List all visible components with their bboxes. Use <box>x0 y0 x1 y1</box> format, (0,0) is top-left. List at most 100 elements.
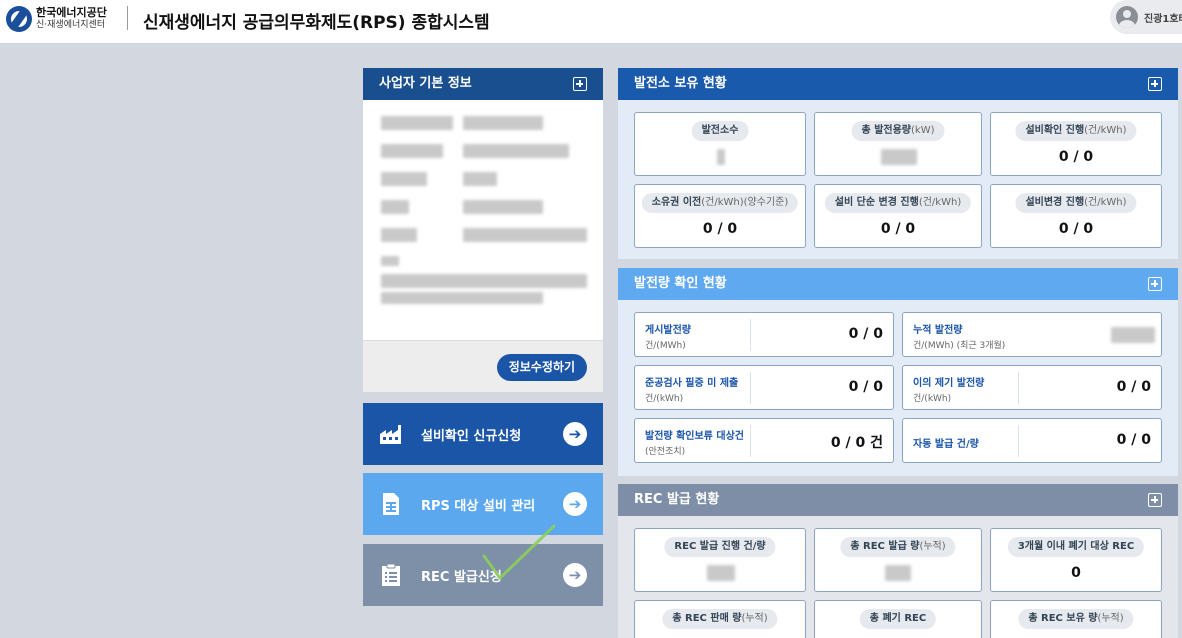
inspection-certificate-missing-row[interactable]: 준공검사 필증 미 제출 건/(kWh) 0 / 0 <box>634 365 894 410</box>
redacted-value <box>881 149 917 165</box>
arrow-right-icon: ➔ <box>563 422 587 446</box>
row-label: 이의 제기 발전량 <box>913 378 985 389</box>
top-header: 한국에너지공단 신·재생에너지센터 신재생에너지 공급의무화제도(RPS) 종합… <box>0 0 1182 44</box>
ownership-transfer-card[interactable]: 소유권 이전(건/kWh)(양수기준) 0 / 0 <box>634 184 806 248</box>
card-sub: (누적) <box>741 613 768 624</box>
card-label: 총 REC 발급 량 <box>850 541 920 552</box>
card-label: 설비변경 진행 <box>1025 197 1085 208</box>
business-info-title: 사업자 기본 정보 <box>379 76 472 91</box>
card-value: 0 / 0 <box>1058 221 1094 237</box>
card-sub: (건/kWh)(양수기준) <box>701 197 789 208</box>
posted-generation-row[interactable]: 게시발전량 건/(MWh) 0 / 0 <box>634 312 894 357</box>
logo-icon <box>6 6 32 32</box>
rec-status-title: REC 발급 현황 <box>634 492 720 507</box>
plant-count-card[interactable]: 발전소수 <box>634 112 806 176</box>
facility-confirm-progress-card[interactable]: 설비확인 진행(건/kWh) 0 / 0 <box>990 112 1162 176</box>
card-value: 0 / 0 <box>1058 149 1094 165</box>
card-value: 0 / 0 <box>702 221 738 237</box>
redacted-value <box>885 565 911 581</box>
facility-change-progress-card[interactable]: 설비변경 진행(건/kWh) 0 / 0 <box>990 184 1162 248</box>
row-label: 발전량 확인보류 대상건 <box>645 431 744 442</box>
checkmark-icon <box>482 524 556 580</box>
new-facility-application-button[interactable]: 설비확인 신규신청 ➔ <box>363 403 603 465</box>
row-value: 0 / 0 <box>848 379 883 395</box>
card-sub: (건/kWh) <box>918 197 962 208</box>
arrow-right-icon: ➔ <box>563 492 587 516</box>
row-unit: 건/(MWh) (최근 3개월) <box>913 341 1006 351</box>
confirmation-hold-row[interactable]: 발전량 확인보류 대상건 (안전조치) 0 / 0 건 <box>634 418 894 463</box>
card-label: REC 발급 진행 건/량 <box>674 541 766 552</box>
document-icon <box>379 492 403 516</box>
card-sub: (건/kWh) <box>1084 197 1127 208</box>
agency-logo[interactable]: 한국에너지공단 신·재생에너지센터 <box>6 6 107 32</box>
expand-plus-icon[interactable] <box>1148 277 1162 291</box>
rec-status-panel: REC 발급 현황 REC 발급 진행 건/량 총 REC 발급 량(누적) 3… <box>618 484 1178 638</box>
arrow-right-icon: ➔ <box>563 563 587 587</box>
plant-status-panel: 발전소 보유 현황 발전소수 총 발전용량(kW) 설비확인 진행(건/kWh)… <box>618 68 1178 259</box>
business-info-footer: 정보수정하기 <box>363 340 603 392</box>
redacted-value <box>1111 327 1155 343</box>
redacted-value <box>707 565 735 581</box>
card-label: 총 REC 보유 량 <box>1028 613 1098 624</box>
edit-info-button[interactable]: 정보수정하기 <box>496 354 587 381</box>
clipboard-icon <box>379 563 403 587</box>
card-label: 발전소수 <box>701 125 739 136</box>
card-sub: (kW) <box>911 125 935 136</box>
card-label: 설비 단순 변경 진행 <box>834 197 919 208</box>
row-value: 0 / 0 <box>1116 432 1151 448</box>
row-label: 누적 발전량 <box>913 325 963 336</box>
business-info-header: 사업자 기본 정보 <box>363 68 603 100</box>
total-rec-sold-card[interactable]: 총 REC 판매 량(누적) <box>634 600 806 638</box>
card-value: 0 <box>1071 565 1081 581</box>
row-unit: (안전조치) <box>645 447 686 457</box>
generation-status-panel: 발전량 확인 현황 게시발전량 건/(MWh) 0 / 0 누적 발전량 건/(… <box>618 268 1178 476</box>
expand-plus-icon[interactable] <box>573 77 587 91</box>
card-sub: (건/kWh) <box>1084 125 1127 136</box>
row-label: 준공검사 필증 미 제출 <box>645 378 739 389</box>
objection-generation-row[interactable]: 이의 제기 발전량 건/(kWh) 0 / 0 <box>902 365 1162 410</box>
cumulative-generation-row[interactable]: 누적 발전량 건/(MWh) (최근 3개월) <box>902 312 1162 357</box>
rec-status-header: REC 발급 현황 <box>618 484 1178 516</box>
card-label: 설비확인 진행 <box>1025 125 1085 136</box>
redacted-value <box>717 149 725 165</box>
business-info-panel: 사업자 기본 정보 정보수정하기 <box>363 68 603 392</box>
user-name: 진광1호태 <box>1144 13 1182 25</box>
row-value: 0 / 0 건 <box>830 435 883 451</box>
generation-status-title: 발전량 확인 현황 <box>634 276 727 291</box>
card-label: 총 발전용량 <box>861 125 911 136</box>
simple-change-progress-card[interactable]: 설비 단순 변경 진행(건/kWh) 0 / 0 <box>814 184 982 248</box>
card-label: 3개월 이내 폐기 대상 REC <box>1017 541 1135 552</box>
rec-issuance-progress-card[interactable]: REC 발급 진행 건/량 <box>634 528 806 592</box>
total-rec-issued-card[interactable]: 총 REC 발급 량(누적) <box>814 528 982 592</box>
logo-line1: 한국에너지공단 <box>36 6 107 19</box>
card-label: 총 폐기 REC <box>869 613 927 624</box>
row-value: 0 / 0 <box>1116 379 1151 395</box>
row-unit: 건/(kWh) <box>913 394 952 404</box>
total-capacity-card[interactable]: 총 발전용량(kW) <box>814 112 982 176</box>
rps-facility-management-label: RPS 대상 설비 관리 <box>421 498 536 514</box>
user-menu[interactable]: 진광1호태 <box>1110 0 1182 34</box>
rec-expiring-card[interactable]: 3개월 이내 폐기 대상 REC 0 <box>990 528 1162 592</box>
logo-line2: 신·재생에너지센터 <box>36 20 106 30</box>
app-title: 신재생에너지 공급의무화제도(RPS) 종합시스템 <box>143 13 490 33</box>
row-unit: 건/(kWh) <box>645 394 684 404</box>
expand-plus-icon[interactable] <box>1148 77 1162 91</box>
header-divider <box>127 6 128 30</box>
row-unit: 건/(MWh) <box>645 341 686 351</box>
card-sub: (누적) <box>919 541 946 552</box>
card-value: 0 / 0 <box>880 221 916 237</box>
total-rec-held-card[interactable]: 총 REC 보유 량(누적) <box>990 600 1162 638</box>
row-label: 자동 발급 건/량 <box>913 439 979 450</box>
plant-status-title: 발전소 보유 현황 <box>634 76 727 91</box>
expand-plus-icon[interactable] <box>1148 493 1162 507</box>
auto-issuance-row[interactable]: 자동 발급 건/량 0 / 0 <box>902 418 1162 463</box>
new-facility-application-label: 설비확인 신규신청 <box>421 428 522 444</box>
total-rec-discarded-card[interactable]: 총 폐기 REC <box>814 600 982 638</box>
row-label: 게시발전량 <box>645 325 691 336</box>
card-label: 총 REC 판매 량 <box>672 613 742 624</box>
generation-status-header: 발전량 확인 현황 <box>618 268 1178 300</box>
row-value: 0 / 0 <box>848 326 883 342</box>
plant-status-header: 발전소 보유 현황 <box>618 68 1178 100</box>
card-label: 소유권 이전 <box>651 197 702 208</box>
card-sub: (누적) <box>1097 613 1124 624</box>
